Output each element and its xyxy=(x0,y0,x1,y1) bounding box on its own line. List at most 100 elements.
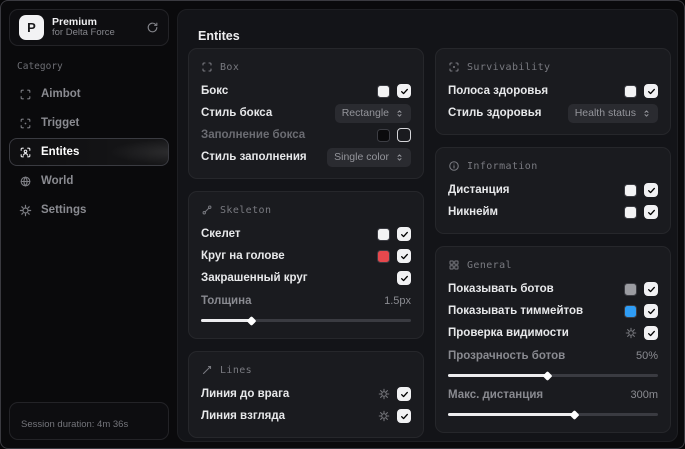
setting-row: Показывать ботов xyxy=(448,278,658,300)
setting-label: Стиль здоровья xyxy=(448,107,542,119)
sidebar-item-world[interactable]: World xyxy=(9,167,169,195)
checkbox[interactable] xyxy=(644,205,658,219)
session-duration-label: Session duration: 4m 36s xyxy=(21,418,129,430)
sidebar: P Premium for Delta Force Category Aimbo… xyxy=(9,9,169,440)
setting-row: Линия взгляда xyxy=(201,405,411,427)
select-value: Single color xyxy=(334,151,389,163)
setting-row: Никнейм xyxy=(448,201,658,223)
setting-label: Полоса здоровья xyxy=(448,85,549,97)
setting-row: Скелет xyxy=(201,223,411,245)
setting-label: Показывать тиммейтов xyxy=(448,305,584,317)
checkbox[interactable] xyxy=(397,409,411,423)
setting-label: Прозрачность ботов xyxy=(448,350,566,362)
checkbox[interactable] xyxy=(644,282,658,296)
checkbox[interactable] xyxy=(397,84,411,98)
select-value: Health status xyxy=(574,107,636,119)
information-card: Information Дистанция Никнейм xyxy=(435,147,671,234)
box-card: Box Бокс Стиль бокса Rectangle Заполнени… xyxy=(188,48,424,179)
entities-scan-icon xyxy=(19,146,32,159)
session-duration-card: Session duration: 4m 36s xyxy=(9,402,169,440)
slider-row: Макс. дистанция 300m xyxy=(448,385,658,416)
card-title: General xyxy=(467,259,512,271)
max-distance-slider[interactable] xyxy=(448,413,658,416)
sidebar-item-label: Entites xyxy=(41,146,80,158)
slider-value: 50% xyxy=(635,350,658,362)
info-icon xyxy=(448,160,460,172)
setting-label: Закрашенный круг xyxy=(201,272,308,284)
general-card: General Показывать ботов Показывать тимм… xyxy=(435,246,671,433)
checkbox[interactable] xyxy=(644,183,658,197)
setting-row: Стиль заполнения Single color xyxy=(201,146,411,168)
checkbox[interactable] xyxy=(644,304,658,318)
chevrons-up-down-icon xyxy=(395,153,404,162)
card-title: Survivability xyxy=(467,61,551,73)
scan-dot-icon xyxy=(448,61,460,73)
checkbox[interactable] xyxy=(397,128,411,142)
setting-label: Бокс xyxy=(201,85,229,97)
checkbox[interactable] xyxy=(644,326,658,340)
sidebar-item-trigget[interactable]: Trigget xyxy=(9,109,169,137)
left-column: Box Бокс Стиль бокса Rectangle Заполнени… xyxy=(188,48,424,438)
slider-value: 1.5px xyxy=(384,295,411,307)
setting-label: Толщина xyxy=(201,295,252,307)
category-label: Category xyxy=(17,61,63,72)
lines-card: Lines Линия до врага Линия взгляда xyxy=(188,351,424,438)
setting-label: Проверка видимости xyxy=(448,327,569,339)
color-swatch[interactable] xyxy=(377,128,390,142)
setting-label: Дистанция xyxy=(448,184,510,196)
color-swatch[interactable] xyxy=(624,183,637,197)
card-title: Information xyxy=(467,160,538,172)
checkbox[interactable] xyxy=(644,84,658,98)
sidebar-item-settings[interactable]: Settings xyxy=(9,196,169,224)
main-panel: Entites Box Бокс Стиль бокса Rectangle З… xyxy=(177,9,678,442)
color-swatch[interactable] xyxy=(377,249,390,263)
checkbox[interactable] xyxy=(397,271,411,285)
chevrons-up-down-icon xyxy=(395,109,404,118)
checkbox[interactable] xyxy=(397,249,411,263)
color-swatch[interactable] xyxy=(624,304,637,318)
color-swatch[interactable] xyxy=(624,282,637,296)
grid-icon xyxy=(448,259,460,271)
health-style-select[interactable]: Health status xyxy=(567,103,658,123)
setting-label: Макс. дистанция xyxy=(448,389,544,401)
setting-label: Заполнение бокса xyxy=(201,129,306,141)
survivability-card: Survivability Полоса здоровья Стиль здор… xyxy=(435,48,671,135)
box-style-select[interactable]: Rectangle xyxy=(334,103,411,123)
setting-row: Стиль бокса Rectangle xyxy=(201,102,411,124)
color-swatch[interactable] xyxy=(377,227,390,241)
setting-label: Скелет xyxy=(201,228,241,240)
setting-row: Дистанция xyxy=(448,179,658,201)
row-settings-gear-icon[interactable] xyxy=(378,410,390,422)
sidebar-item-aimbot[interactable]: Aimbot xyxy=(9,80,169,108)
thickness-slider[interactable] xyxy=(201,319,411,322)
card-title: Skeleton xyxy=(220,204,272,216)
checkbox[interactable] xyxy=(397,227,411,241)
sidebar-item-label: World xyxy=(41,175,74,187)
page-title: Entites xyxy=(198,29,240,43)
slider-value: 300m xyxy=(630,389,658,401)
fill-style-select[interactable]: Single color xyxy=(327,147,411,167)
setting-row: Показывать тиммейтов xyxy=(448,300,658,322)
color-swatch[interactable] xyxy=(377,84,390,98)
row-settings-gear-icon[interactable] xyxy=(625,327,637,339)
setting-row: Круг на голове xyxy=(201,245,411,267)
setting-label: Никнейм xyxy=(448,206,499,218)
card-title: Lines xyxy=(220,364,253,376)
crosshair-scan-icon xyxy=(19,88,32,101)
crosshair-dot-icon xyxy=(19,117,32,130)
setting-row: Бокс xyxy=(201,80,411,102)
setting-row: Линия до врага xyxy=(201,383,411,405)
sidebar-item-label: Aimbot xyxy=(41,88,81,100)
color-swatch[interactable] xyxy=(624,84,637,98)
sidebar-item-entites[interactable]: Entites xyxy=(9,138,169,166)
bot-opacity-slider[interactable] xyxy=(448,374,658,377)
color-swatch[interactable] xyxy=(624,205,637,219)
refresh-icon[interactable] xyxy=(146,21,159,34)
select-value: Rectangle xyxy=(341,107,389,119)
slider-row: Прозрачность ботов 50% xyxy=(448,346,658,377)
setting-label: Линия взгляда xyxy=(201,410,286,422)
row-settings-gear-icon[interactable] xyxy=(378,388,390,400)
setting-row: Закрашенный круг xyxy=(201,267,411,289)
setting-label: Круг на голове xyxy=(201,250,285,262)
checkbox[interactable] xyxy=(397,387,411,401)
